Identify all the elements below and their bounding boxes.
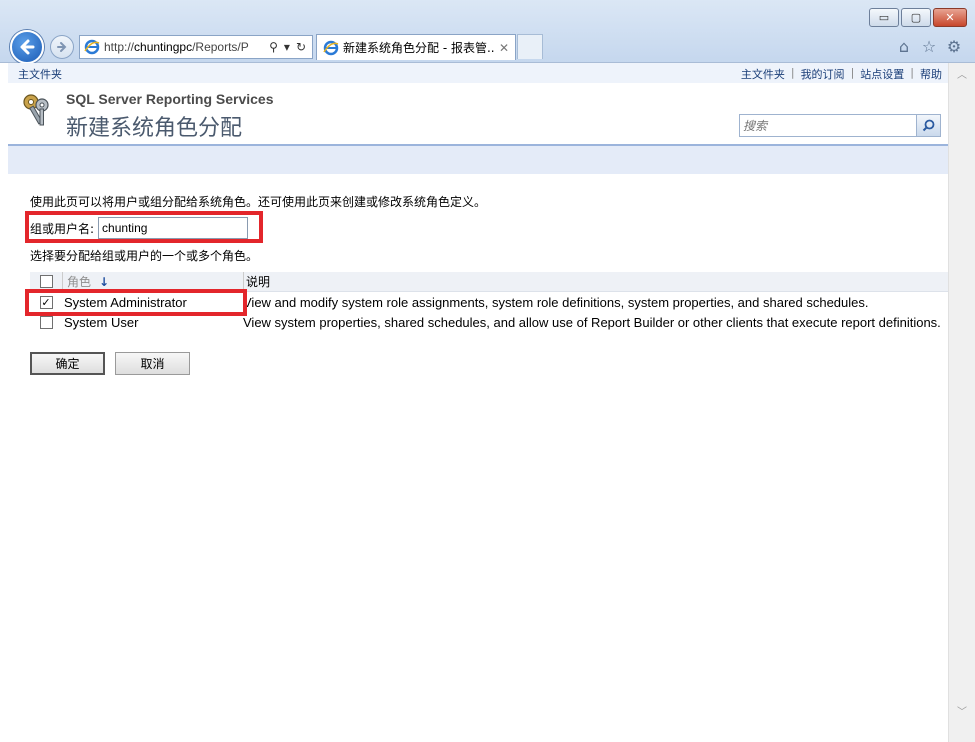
page-description: 使用此页可以将用户或组分配给系统角色。还可使用此页来创建或修改系统角色定义。 — [30, 195, 487, 209]
favorites-star-icon[interactable]: ☆ — [920, 37, 938, 56]
back-button[interactable] — [10, 30, 44, 64]
dropdown-icon[interactable]: ▾ — [284, 40, 290, 54]
new-tab-button[interactable] — [517, 34, 543, 59]
address-controls: ⚲ ▾ ↻ — [263, 40, 312, 54]
search-button[interactable] — [916, 115, 940, 136]
url-host: chuntingpc — [134, 40, 193, 54]
url-prefix: http:// — [104, 40, 135, 54]
toolbar-right: ⌂ ☆ ⚙ — [895, 37, 963, 56]
ie-logo-icon — [84, 39, 100, 55]
search-box — [739, 114, 941, 137]
tab-active[interactable]: 新建系统角色分配 - 报表管... ✕ — [316, 34, 516, 60]
role-checkbox-system-user[interactable] — [39, 315, 53, 329]
role-header-label: 角色 — [67, 275, 92, 289]
close-button[interactable]: ✕ — [933, 8, 967, 27]
ok-button[interactable]: 确定 — [30, 352, 105, 375]
top-links-bar: 主文件夹 主文件夹 | 我的订阅 | 站点设置 | 帮助 — [8, 63, 948, 83]
forward-button[interactable] — [50, 35, 74, 59]
vertical-scrollbar[interactable]: ︿ ﹀ — [948, 63, 975, 742]
address-bar[interactable]: http://chuntingpc/Reports/P ⚲ ▾ ↻ — [79, 35, 313, 59]
role-description: View system properties, shared schedules… — [243, 314, 941, 330]
search-input[interactable] — [740, 115, 916, 136]
product-name: SQL Server Reporting Services — [66, 91, 274, 107]
url-path: /Reports/P — [192, 40, 249, 54]
tab-close-icon[interactable]: ✕ — [499, 41, 509, 55]
home-link[interactable]: 主文件夹 — [18, 66, 62, 82]
minimize-button[interactable]: ▭ — [869, 8, 899, 27]
page-header: SQL Server Reporting Services 新建系统角色分配 — [8, 83, 948, 141]
link-help[interactable]: 帮助 — [920, 66, 942, 82]
key-icon — [23, 94, 49, 126]
browser-chrome: ▭ ▢ ✕ http://chuntingpc/Reports/P ⚲ ▾ ↻ … — [0, 0, 975, 64]
forward-arrow-icon — [57, 42, 67, 52]
refresh-icon[interactable]: ↻ — [296, 40, 306, 54]
window-controls: ▭ ▢ ✕ — [869, 8, 967, 27]
scroll-up-icon[interactable]: ︿ — [949, 66, 975, 81]
select-roles-description: 选择要分配给组或用户的一个或多个角色。 — [30, 249, 259, 263]
select-all-checkbox[interactable] — [39, 275, 53, 288]
link-site-settings[interactable]: 站点设置 — [860, 66, 904, 82]
home-icon[interactable]: ⌂ — [895, 37, 913, 56]
header-divider-bar — [8, 144, 948, 174]
link-my-subscriptions[interactable]: 我的订阅 — [801, 66, 845, 82]
link-home[interactable]: 主文件夹 — [741, 66, 785, 82]
select-all-cell — [30, 275, 62, 288]
ie-logo-icon — [323, 40, 339, 55]
back-arrow-icon — [20, 39, 35, 55]
search-icon[interactable]: ⚲ — [269, 40, 278, 54]
role-description: View and modify system role assignments,… — [243, 294, 869, 310]
row-checkbox-cell — [30, 315, 62, 329]
scroll-down-icon[interactable]: ﹀ — [949, 703, 975, 718]
highlight-box-role — [25, 289, 247, 316]
top-links-right: 主文件夹 | 我的订阅 | 站点设置 | 帮助 — [741, 66, 942, 82]
link-separator: | — [850, 66, 855, 79]
page-content: 主文件夹 主文件夹 | 我的订阅 | 站点设置 | 帮助 SQL Server … — [8, 63, 948, 742]
restore-button[interactable]: ▢ — [901, 8, 931, 27]
link-separator: | — [790, 66, 795, 79]
tab-title: 新建系统角色分配 - 报表管... — [343, 41, 495, 55]
sort-arrow-icon: ↓ — [99, 274, 110, 289]
address-url[interactable]: http://chuntingpc/Reports/P — [104, 40, 263, 54]
page-title: 新建系统角色分配 — [66, 116, 243, 141]
action-buttons: 确定 取消 — [30, 352, 190, 375]
gear-icon[interactable]: ⚙ — [945, 37, 963, 56]
cancel-button[interactable]: 取消 — [115, 352, 190, 375]
role-name: System User — [64, 314, 139, 330]
highlight-box-user — [25, 211, 263, 243]
description-column-header: 说明 — [243, 271, 948, 292]
magnifier-icon — [922, 119, 935, 132]
link-separator: | — [910, 66, 914, 79]
